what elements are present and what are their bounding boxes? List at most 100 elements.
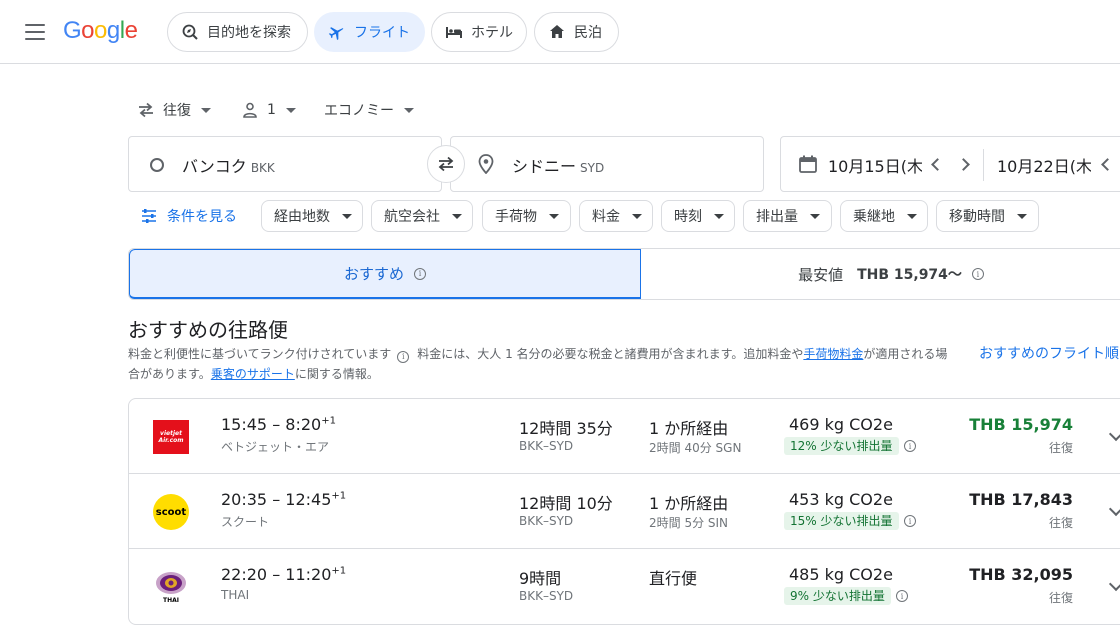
depart-date-value: 10月15日(木: [828, 157, 922, 176]
trip-type-label: 往復: [1048, 516, 1073, 530]
flight-route: BKK–SYD: [519, 514, 574, 528]
filter-airlines[interactable]: 航空会社: [371, 200, 473, 232]
chevron-down-icon[interactable]: [1108, 576, 1120, 592]
next-date-button[interactable]: [957, 158, 970, 171]
filter-label: 時刻: [674, 209, 702, 225]
flight-row[interactable]: scoot 20:35 – 12:45+1 スクート 12時間 10分 BKK–…: [129, 474, 1120, 549]
passenger-assistance-link[interactable]: 乗客のサポート: [211, 367, 295, 381]
google-logo[interactable]: Google: [63, 17, 138, 45]
thai-logo-text: THAI: [163, 597, 179, 604]
info-icon[interactable]: i: [904, 440, 916, 452]
flight-route: BKK–SYD: [519, 439, 574, 453]
info-icon[interactable]: i: [971, 268, 984, 280]
trip-type-value: 往復: [163, 103, 191, 119]
origin-circle-icon: [150, 158, 164, 172]
times-value: 15:45 – 8:20: [221, 415, 322, 434]
emissions-badge: 15% 少ない排出量: [784, 512, 899, 530]
swap-icon: [438, 156, 454, 172]
sort-by-button[interactable]: おすすめのフライト順: [979, 343, 1119, 363]
vietjet-logo: vietjet Air.com: [151, 417, 191, 457]
tab-cheapest[interactable]: 最安値 THB 15,974～ i: [641, 249, 1120, 299]
info-icon[interactable]: i: [397, 351, 410, 363]
info-icon[interactable]: i: [896, 590, 908, 602]
home-icon: [548, 23, 566, 41]
cabin-class-value: エコノミー: [324, 103, 394, 119]
filter-label: 航空会社: [384, 209, 440, 225]
nav-explore[interactable]: 目的地を探索: [167, 12, 308, 52]
flight-stops: 直行便: [649, 569, 698, 588]
tab-best[interactable]: おすすめ i: [129, 249, 641, 299]
prev-return-date-button[interactable]: [1101, 158, 1114, 171]
emissions-badge: 9% 少ない排出量: [784, 587, 891, 605]
scoot-logo: scoot: [151, 492, 191, 532]
flight-duration: 12時間 10分: [519, 494, 613, 513]
chevron-down-icon[interactable]: [1108, 501, 1120, 517]
trip-type-select[interactable]: 往復: [137, 98, 211, 122]
co2-emissions: 469 kg CO2e: [789, 415, 893, 434]
flight-row[interactable]: vietjet Air.com 15:45 – 8:20+1 ベトジェット・エア…: [129, 399, 1120, 474]
flight-route: BKK–SYD: [519, 589, 574, 603]
nav-flights[interactable]: フライト: [314, 12, 425, 52]
section-description: 料金と利便性に基づいてランク付けされています i 料金には、大人 1 名分の必要な税…: [128, 344, 958, 384]
chevron-down-icon[interactable]: [1108, 426, 1120, 442]
date-field[interactable]: 10月15日(木 10月22日(木: [780, 136, 1120, 192]
flight-price: THB 32,095: [969, 565, 1073, 584]
flight-row[interactable]: THAI 22:20 – 11:20+1 THAI 9時間 BKK–SYD 直行…: [129, 549, 1120, 624]
all-filters-label: 条件を見る: [167, 209, 237, 225]
filter-emissions[interactable]: 排出量: [743, 200, 832, 232]
co2-emissions: 485 kg CO2e: [789, 565, 893, 584]
filter-label: 排出量: [756, 209, 798, 225]
chevron-down-icon: [907, 213, 917, 219]
flight-times: 22:20 – 11:20+1: [221, 565, 346, 584]
calendar-icon: [798, 154, 818, 178]
flight-results-list: vietjet Air.com 15:45 – 8:20+1 ベトジェット・エア…: [128, 398, 1120, 625]
nav-hotels[interactable]: ホテル: [431, 12, 527, 52]
filter-stops[interactable]: 経由地数: [261, 200, 363, 232]
destination-code: SYD: [580, 161, 605, 175]
origin-field[interactable]: バンコク BKK: [128, 136, 442, 192]
filter-bags[interactable]: 手荷物: [482, 200, 571, 232]
chevron-down-icon: [810, 213, 820, 219]
co2-emissions: 453 kg CO2e: [789, 490, 893, 509]
chevron-down-icon: [1017, 213, 1027, 219]
filter-duration[interactable]: 移動時間: [936, 200, 1039, 232]
menu-icon[interactable]: [25, 24, 45, 40]
flight-price: THB 15,974: [969, 415, 1073, 434]
filter-label: 乗継地: [853, 209, 895, 225]
info-icon[interactable]: i: [414, 267, 426, 280]
chevron-down-icon: [285, 107, 296, 113]
bag-fees-link[interactable]: 手荷物料金: [803, 347, 863, 361]
trip-type-label: 往復: [1048, 591, 1073, 605]
all-filters-button[interactable]: 条件を見る: [141, 204, 237, 228]
filter-connecting-airports[interactable]: 乗継地: [840, 200, 928, 232]
person-icon: [243, 102, 257, 118]
next-day-marker: +1: [331, 490, 347, 502]
passengers-value: 1: [267, 102, 276, 118]
chevron-down-icon: [404, 107, 414, 113]
top-bar: Google 目的地を探索 フライト ホテル 民泊: [0, 0, 1120, 64]
origin-city: バンコク: [182, 157, 247, 176]
chevron-down-icon: [632, 213, 642, 219]
filter-label: 経由地数: [274, 209, 330, 225]
vietjet-logo-text: vietjet Air.com: [158, 430, 184, 444]
filter-label: 移動時間: [949, 209, 1005, 225]
passengers-select[interactable]: 1: [243, 98, 296, 122]
flight-icon: [328, 23, 346, 41]
info-icon[interactable]: i: [904, 515, 916, 527]
logo-letter: o: [81, 17, 95, 44]
filter-times[interactable]: 時刻: [661, 200, 735, 232]
thai-orchid-icon: [156, 572, 186, 594]
swap-locations-button[interactable]: [427, 145, 465, 183]
prev-date-button[interactable]: [931, 158, 944, 171]
thai-airways-logo: THAI: [151, 567, 191, 607]
section-title: おすすめの往路便: [128, 318, 288, 342]
destination-field[interactable]: シドニー SYD: [450, 136, 764, 192]
flight-stops: 1 か所経由: [649, 494, 729, 513]
filter-price[interactable]: 料金: [579, 200, 653, 232]
chevron-down-icon: [714, 213, 724, 219]
flight-duration: 12時間 35分: [519, 419, 613, 438]
date-divider: [983, 149, 984, 181]
nav-vacation-rentals[interactable]: 民泊: [534, 12, 619, 52]
tab-cheapest-label: 最安値: [798, 265, 844, 284]
cabin-class-select[interactable]: エコノミー: [324, 98, 414, 122]
